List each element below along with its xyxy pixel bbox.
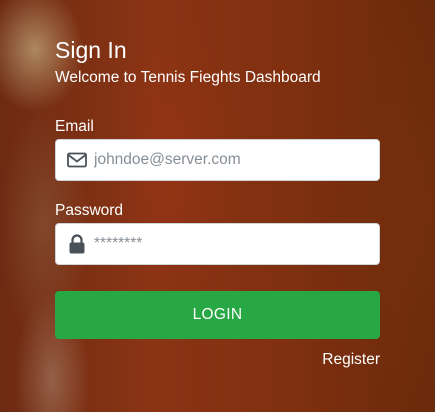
envelope-icon <box>56 140 94 180</box>
password-label: Password <box>55 202 124 219</box>
sign-in-form: Sign In Welcome to Tennis Fieghts Dashbo… <box>55 36 380 369</box>
lock-icon <box>56 224 94 264</box>
email-input-group <box>55 139 380 181</box>
page-subtitle: Welcome to Tennis Fieghts Dashboard <box>55 69 321 86</box>
email-field[interactable] <box>94 141 364 179</box>
register-link[interactable]: Register <box>322 351 380 368</box>
password-field[interactable] <box>94 225 364 263</box>
password-input-group <box>55 223 380 265</box>
register-row: Register <box>55 351 380 369</box>
login-button[interactable]: LOGIN <box>55 291 380 339</box>
page-title: Sign In <box>55 37 127 63</box>
email-label: Email <box>55 118 94 135</box>
